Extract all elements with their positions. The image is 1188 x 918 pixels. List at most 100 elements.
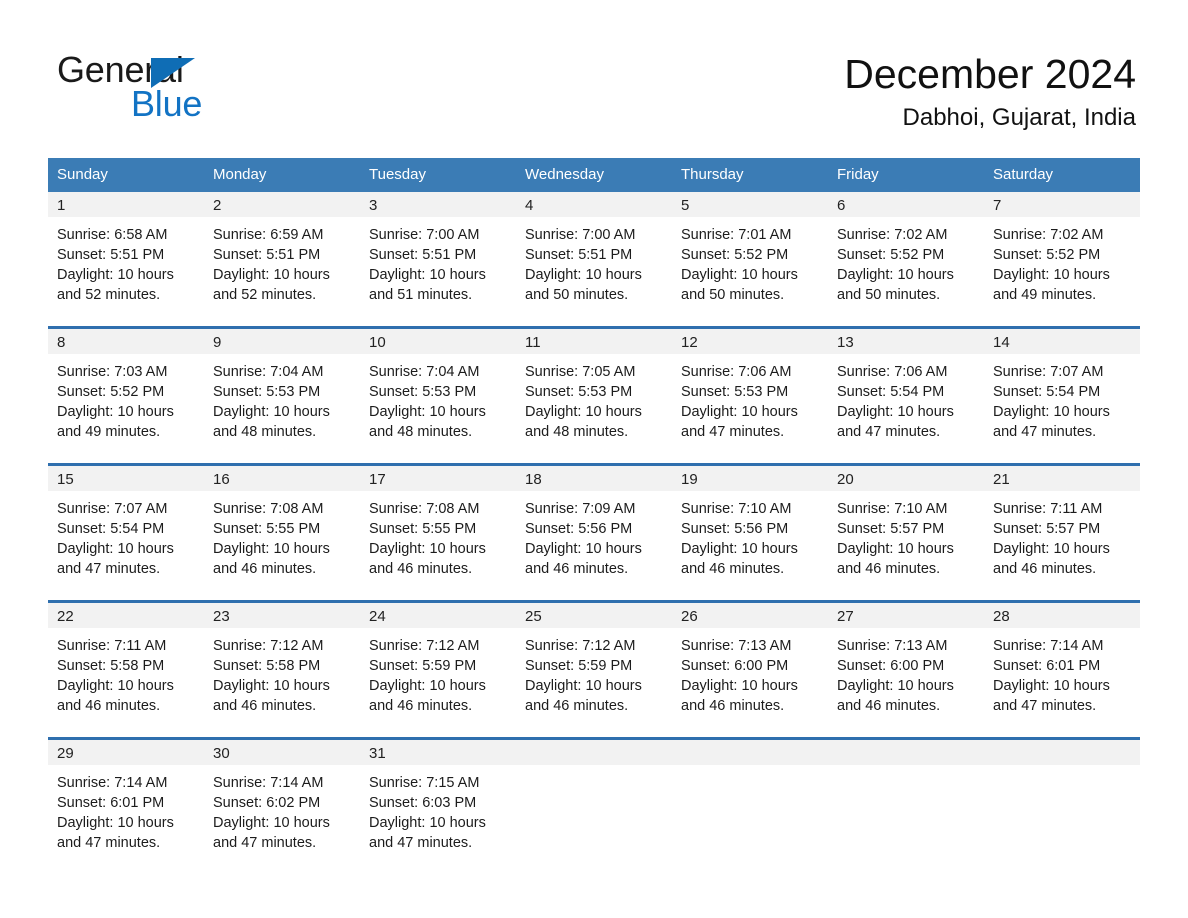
day-cell-empty bbox=[516, 740, 672, 867]
daylight-duration-line2: and 46 minutes. bbox=[369, 561, 473, 577]
weekday-header-tuesday: Tuesday bbox=[369, 166, 426, 183]
day-cell[interactable]: 23 Sunrise: 7:12 AM Sunset: 5:58 PM Dayligh… bbox=[204, 603, 360, 730]
day-number: 16 bbox=[204, 466, 360, 491]
day-cell[interactable]: 31 Sunrise: 7:15 AM Sunset: 6:03 PM Dayligh… bbox=[360, 740, 516, 867]
daylight-duration-line2: and 47 minutes. bbox=[993, 698, 1097, 714]
day-cell[interactable]: 16 Sunrise: 7:08 AM Sunset: 5:55 PM Dayligh… bbox=[204, 466, 360, 593]
general-blue-logo[interactable]: General Blue bbox=[57, 50, 317, 128]
day-cell[interactable]: 24 Sunrise: 7:12 AM Sunset: 5:59 PM Dayligh… bbox=[360, 603, 516, 730]
sunrise-time: Sunrise: 7:10 AM bbox=[681, 501, 792, 517]
day-cell[interactable]: 20 Sunrise: 7:10 AM Sunset: 5:57 PM Dayligh… bbox=[828, 466, 984, 593]
day-cell[interactable]: 2 Sunrise: 6:59 AM Sunset: 5:51 PM Daylight… bbox=[204, 192, 360, 319]
day-number: 3 bbox=[360, 192, 516, 217]
day-cell[interactable]: 27 Sunrise: 7:13 AM Sunset: 6:00 PM Dayligh… bbox=[828, 603, 984, 730]
day-number: 24 bbox=[360, 603, 516, 628]
day-cell[interactable]: 3 Sunrise: 7:00 AM Sunset: 5:51 PM Daylight… bbox=[360, 192, 516, 319]
sunrise-time: Sunrise: 7:02 AM bbox=[993, 227, 1104, 243]
daylight-duration-line2: and 46 minutes. bbox=[681, 698, 785, 714]
sunset-time: Sunset: 5:57 PM bbox=[837, 521, 945, 537]
daylight-duration-line1: Daylight: 10 hours bbox=[681, 267, 798, 283]
day-number: 10 bbox=[360, 329, 516, 354]
day-number: 19 bbox=[672, 466, 828, 491]
sunset-time: Sunset: 5:54 PM bbox=[993, 384, 1101, 400]
day-cell[interactable]: 15 Sunrise: 7:07 AM Sunset: 5:54 PM Dayligh… bbox=[48, 466, 204, 593]
day-cell[interactable]: 22 Sunrise: 7:11 AM Sunset: 5:58 PM Dayligh… bbox=[48, 603, 204, 730]
day-details: Sunrise: 6:59 AM Sunset: 5:51 PM Daylight:… bbox=[204, 217, 360, 305]
day-number: 22 bbox=[48, 603, 204, 628]
sunrise-time: Sunrise: 7:06 AM bbox=[837, 364, 948, 380]
day-cell[interactable]: 13 Sunrise: 7:06 AM Sunset: 5:54 PM Dayligh… bbox=[828, 329, 984, 456]
sunset-time: Sunset: 5:51 PM bbox=[369, 247, 477, 263]
day-cell[interactable]: 30 Sunrise: 7:14 AM Sunset: 6:02 PM Dayligh… bbox=[204, 740, 360, 867]
day-number: 7 bbox=[984, 192, 1140, 217]
day-cell[interactable]: 11 Sunrise: 7:05 AM Sunset: 5:53 PM Dayligh… bbox=[516, 329, 672, 456]
sunset-time: Sunset: 5:53 PM bbox=[681, 384, 789, 400]
sunset-time: Sunset: 5:52 PM bbox=[837, 247, 945, 263]
week-row: 22 Sunrise: 7:11 AM Sunset: 5:58 PM Dayligh… bbox=[48, 600, 1140, 730]
day-number: 1 bbox=[48, 192, 204, 217]
day-cell[interactable]: 29 Sunrise: 7:14 AM Sunset: 6:01 PM Dayligh… bbox=[48, 740, 204, 867]
sunrise-time: Sunrise: 7:11 AM bbox=[993, 501, 1103, 517]
day-cell[interactable]: 14 Sunrise: 7:07 AM Sunset: 5:54 PM Dayligh… bbox=[984, 329, 1140, 456]
day-details: Sunrise: 7:05 AM Sunset: 5:53 PM Daylight:… bbox=[516, 354, 672, 442]
daylight-duration-line1: Daylight: 10 hours bbox=[57, 541, 174, 557]
day-cell[interactable]: 12 Sunrise: 7:06 AM Sunset: 5:53 PM Dayligh… bbox=[672, 329, 828, 456]
day-number: 20 bbox=[828, 466, 984, 491]
sunset-time: Sunset: 5:56 PM bbox=[681, 521, 789, 537]
daylight-duration-line1: Daylight: 10 hours bbox=[57, 815, 174, 831]
day-cell[interactable]: 8 Sunrise: 7:03 AM Sunset: 5:52 PM Daylight… bbox=[48, 329, 204, 456]
day-details: Sunrise: 7:00 AM Sunset: 5:51 PM Daylight:… bbox=[360, 217, 516, 305]
daylight-duration-line1: Daylight: 10 hours bbox=[681, 541, 798, 557]
page-title: December 2024 bbox=[844, 51, 1136, 97]
day-cell[interactable]: 21 Sunrise: 7:11 AM Sunset: 5:57 PM Dayligh… bbox=[984, 466, 1140, 593]
day-cell[interactable]: 28 Sunrise: 7:14 AM Sunset: 6:01 PM Dayligh… bbox=[984, 603, 1140, 730]
day-number: 15 bbox=[48, 466, 204, 491]
sunrise-time: Sunrise: 7:07 AM bbox=[57, 501, 168, 517]
day-number: 21 bbox=[984, 466, 1140, 491]
weekday-header-saturday: Saturday bbox=[993, 166, 1054, 183]
day-number: 29 bbox=[48, 740, 204, 765]
day-details: Sunrise: 7:14 AM Sunset: 6:01 PM Daylight:… bbox=[48, 765, 204, 853]
day-cell[interactable]: 26 Sunrise: 7:13 AM Sunset: 6:00 PM Dayligh… bbox=[672, 603, 828, 730]
day-details: Sunrise: 7:07 AM Sunset: 5:54 PM Daylight:… bbox=[48, 491, 204, 579]
sunrise-time: Sunrise: 7:01 AM bbox=[681, 227, 792, 243]
day-cell[interactable]: 9 Sunrise: 7:04 AM Sunset: 5:53 PM Daylight… bbox=[204, 329, 360, 456]
day-cell[interactable]: 18 Sunrise: 7:09 AM Sunset: 5:56 PM Dayligh… bbox=[516, 466, 672, 593]
sunset-time: Sunset: 5:55 PM bbox=[213, 521, 321, 537]
daylight-duration-line2: and 47 minutes. bbox=[369, 835, 473, 851]
day-cell[interactable]: 25 Sunrise: 7:12 AM Sunset: 5:59 PM Dayligh… bbox=[516, 603, 672, 730]
day-cell[interactable]: 19 Sunrise: 7:10 AM Sunset: 5:56 PM Dayligh… bbox=[672, 466, 828, 593]
daylight-duration-line1: Daylight: 10 hours bbox=[57, 267, 174, 283]
daylight-duration-line2: and 48 minutes. bbox=[369, 424, 473, 440]
day-cell[interactable]: 1 Sunrise: 6:58 AM Sunset: 5:51 PM Daylight… bbox=[48, 192, 204, 319]
day-cell[interactable]: 7 Sunrise: 7:02 AM Sunset: 5:52 PM Daylight… bbox=[984, 192, 1140, 319]
sunrise-time: Sunrise: 7:02 AM bbox=[837, 227, 948, 243]
daylight-duration-line2: and 47 minutes. bbox=[837, 424, 941, 440]
day-number: 13 bbox=[828, 329, 984, 354]
sunset-time: Sunset: 5:58 PM bbox=[57, 658, 165, 674]
sunset-time: Sunset: 5:52 PM bbox=[681, 247, 789, 263]
daylight-duration-line2: and 46 minutes. bbox=[525, 561, 629, 577]
day-cell[interactable]: 6 Sunrise: 7:02 AM Sunset: 5:52 PM Daylight… bbox=[828, 192, 984, 319]
day-cell[interactable]: 17 Sunrise: 7:08 AM Sunset: 5:55 PM Dayligh… bbox=[360, 466, 516, 593]
daylight-duration-line2: and 47 minutes. bbox=[681, 424, 785, 440]
sunset-time: Sunset: 5:51 PM bbox=[525, 247, 633, 263]
sunset-time: Sunset: 5:58 PM bbox=[213, 658, 321, 674]
day-number: 28 bbox=[984, 603, 1140, 628]
day-cell[interactable]: 4 Sunrise: 7:00 AM Sunset: 5:51 PM Daylight… bbox=[516, 192, 672, 319]
calendar-weeks: 1 Sunrise: 6:58 AM Sunset: 5:51 PM Daylight… bbox=[48, 192, 1140, 867]
day-number bbox=[672, 740, 828, 765]
daylight-duration-line2: and 52 minutes. bbox=[213, 287, 317, 303]
sunrise-time: Sunrise: 7:04 AM bbox=[369, 364, 480, 380]
day-details: Sunrise: 7:13 AM Sunset: 6:00 PM Daylight:… bbox=[828, 628, 984, 716]
day-cell[interactable]: 10 Sunrise: 7:04 AM Sunset: 5:53 PM Dayligh… bbox=[360, 329, 516, 456]
sunset-time: Sunset: 5:52 PM bbox=[57, 384, 165, 400]
weekday-header-sunday: Sunday bbox=[57, 166, 108, 183]
day-cell[interactable]: 5 Sunrise: 7:01 AM Sunset: 5:52 PM Daylight… bbox=[672, 192, 828, 319]
sunrise-time: Sunrise: 7:10 AM bbox=[837, 501, 948, 517]
day-details: Sunrise: 7:10 AM Sunset: 5:57 PM Daylight:… bbox=[828, 491, 984, 579]
daylight-duration-line1: Daylight: 10 hours bbox=[525, 404, 642, 420]
day-details: Sunrise: 7:15 AM Sunset: 6:03 PM Daylight:… bbox=[360, 765, 516, 853]
day-number: 8 bbox=[48, 329, 204, 354]
day-details: Sunrise: 7:11 AM Sunset: 5:58 PM Daylight:… bbox=[48, 628, 204, 716]
